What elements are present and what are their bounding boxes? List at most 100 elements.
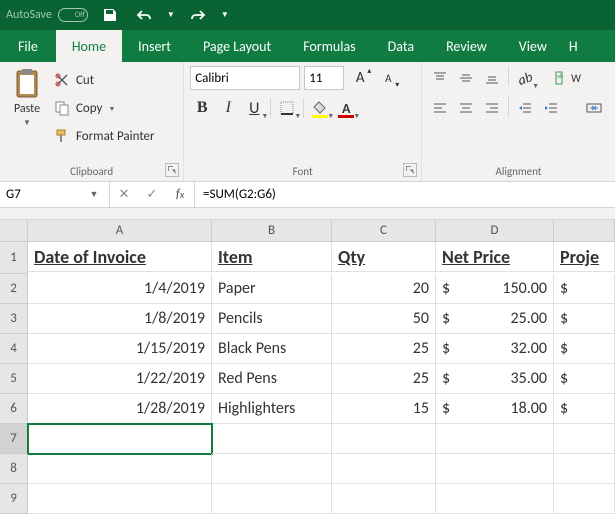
format-painter-button[interactable]: Format Painter bbox=[52, 124, 157, 148]
formula-input[interactable] bbox=[195, 182, 615, 207]
cell[interactable]: Qty bbox=[332, 242, 436, 272]
cell[interactable]: $ bbox=[554, 334, 615, 364]
bold-button[interactable]: B bbox=[190, 96, 214, 120]
align-center-button[interactable] bbox=[454, 96, 478, 120]
cell[interactable] bbox=[554, 454, 615, 484]
tab-insert[interactable]: Insert bbox=[122, 30, 187, 62]
align-left-button[interactable] bbox=[428, 96, 452, 120]
cell-selected[interactable] bbox=[28, 424, 212, 454]
cell[interactable]: Pencils bbox=[212, 304, 332, 334]
cell[interactable] bbox=[332, 424, 436, 454]
align-middle-button[interactable] bbox=[454, 66, 478, 90]
cell[interactable]: $32.00 bbox=[436, 334, 554, 364]
font-dialog-launcher[interactable] bbox=[403, 163, 417, 177]
cell[interactable]: 15 bbox=[332, 394, 436, 424]
align-bottom-button[interactable] bbox=[480, 66, 504, 90]
cut-button[interactable]: Cut bbox=[52, 68, 157, 92]
cell[interactable]: 1/15/2019 bbox=[28, 334, 212, 364]
col-header-e[interactable] bbox=[554, 220, 615, 242]
row-header[interactable]: 9 bbox=[0, 484, 28, 514]
cell[interactable]: Item bbox=[212, 242, 332, 272]
increase-indent-button[interactable] bbox=[539, 96, 563, 120]
decrease-indent-button[interactable] bbox=[513, 96, 537, 120]
row-header[interactable]: 4 bbox=[0, 334, 28, 364]
font-size-combo[interactable] bbox=[304, 66, 344, 90]
cell[interactable]: $ bbox=[554, 394, 615, 424]
underline-button[interactable]: U▼ bbox=[242, 96, 266, 120]
cell[interactable] bbox=[332, 454, 436, 484]
cell[interactable]: 1/4/2019 bbox=[28, 274, 212, 304]
undo-icon[interactable] bbox=[132, 3, 156, 27]
row-header[interactable]: 2 bbox=[0, 274, 28, 304]
cell[interactable]: 1/8/2019 bbox=[28, 304, 212, 334]
tab-formulas[interactable]: Formulas bbox=[287, 30, 371, 62]
tab-file[interactable]: File bbox=[0, 30, 56, 62]
cell[interactable]: $150.00 bbox=[436, 274, 554, 304]
row-header[interactable]: 1 bbox=[0, 242, 28, 274]
cell[interactable]: $35.00 bbox=[436, 364, 554, 394]
cell[interactable] bbox=[212, 424, 332, 454]
cell[interactable] bbox=[28, 454, 212, 484]
cell[interactable] bbox=[212, 454, 332, 484]
col-header-a[interactable]: A bbox=[28, 220, 212, 242]
increase-font-button[interactable]: A▴ bbox=[348, 66, 372, 90]
orientation-button[interactable]: ab▼ bbox=[513, 66, 537, 90]
cell[interactable]: 25 bbox=[332, 334, 436, 364]
cell[interactable] bbox=[436, 424, 554, 454]
row-header[interactable]: 3 bbox=[0, 304, 28, 334]
col-header-c[interactable]: C bbox=[332, 220, 436, 242]
undo-dropdown-icon[interactable]: ▼ bbox=[166, 3, 176, 27]
cell[interactable]: $18.00 bbox=[436, 394, 554, 424]
tab-view[interactable]: View bbox=[503, 30, 563, 62]
cell[interactable] bbox=[212, 484, 332, 514]
cell[interactable] bbox=[436, 454, 554, 484]
cell[interactable]: $ bbox=[554, 304, 615, 334]
save-icon[interactable] bbox=[98, 3, 122, 27]
fx-button[interactable]: fx bbox=[166, 182, 194, 207]
borders-button[interactable]: ▼ bbox=[275, 96, 299, 120]
qat-customize-icon[interactable]: ▼ bbox=[220, 3, 230, 27]
cell[interactable]: Highlighters bbox=[212, 394, 332, 424]
cell[interactable]: Black Pens bbox=[212, 334, 332, 364]
spreadsheet-grid[interactable]: A B C D 1 Date of Invoice Item Qty Net P… bbox=[0, 220, 615, 514]
fill-color-button[interactable]: ▼ bbox=[308, 96, 332, 120]
cell[interactable]: 1/28/2019 bbox=[28, 394, 212, 424]
paste-button[interactable]: Paste ▼ bbox=[6, 66, 48, 157]
decrease-font-button[interactable]: A▾ bbox=[376, 66, 400, 90]
wrap-text-button[interactable]: abW bbox=[553, 66, 583, 90]
cell[interactable] bbox=[332, 484, 436, 514]
cell[interactable] bbox=[28, 484, 212, 514]
name-box-dropdown[interactable]: ▼ bbox=[86, 189, 102, 200]
font-color-button[interactable]: A▼ bbox=[334, 96, 358, 120]
name-box[interactable]: ▼ bbox=[0, 182, 110, 207]
tab-help[interactable]: H bbox=[563, 30, 584, 62]
autosave-toggle[interactable]: AutoSave Off bbox=[6, 8, 88, 22]
font-name-combo[interactable] bbox=[190, 66, 300, 90]
row-header[interactable]: 5 bbox=[0, 364, 28, 394]
cell[interactable]: $ bbox=[554, 364, 615, 394]
merge-center-button[interactable] bbox=[579, 96, 609, 120]
copy-button[interactable]: Copy ▼ bbox=[52, 96, 157, 120]
clipboard-dialog-launcher[interactable] bbox=[165, 163, 179, 177]
italic-button[interactable]: I bbox=[216, 96, 240, 120]
tab-home[interactable]: Home bbox=[56, 30, 122, 62]
cell[interactable] bbox=[436, 484, 554, 514]
col-header-d[interactable]: D bbox=[436, 220, 554, 242]
cell[interactable]: $ bbox=[554, 274, 615, 304]
cancel-formula-button[interactable]: ✕ bbox=[110, 182, 138, 207]
cell[interactable]: $25.00 bbox=[436, 304, 554, 334]
cell[interactable]: Proje bbox=[554, 242, 615, 272]
align-right-button[interactable] bbox=[480, 96, 504, 120]
row-header[interactable]: 6 bbox=[0, 394, 28, 424]
tab-page-layout[interactable]: Page Layout bbox=[187, 30, 287, 62]
cell[interactable]: 1/22/2019 bbox=[28, 364, 212, 394]
cell[interactable]: Net Price bbox=[436, 242, 554, 272]
tab-review[interactable]: Review bbox=[430, 30, 503, 62]
align-top-button[interactable] bbox=[428, 66, 452, 90]
enter-formula-button[interactable]: ✓ bbox=[138, 182, 166, 207]
cell[interactable]: 20 bbox=[332, 274, 436, 304]
cell[interactable]: 50 bbox=[332, 304, 436, 334]
cell[interactable]: Date of Invoice bbox=[28, 242, 212, 272]
cell[interactable]: Paper bbox=[212, 274, 332, 304]
tab-data[interactable]: Data bbox=[372, 30, 430, 62]
